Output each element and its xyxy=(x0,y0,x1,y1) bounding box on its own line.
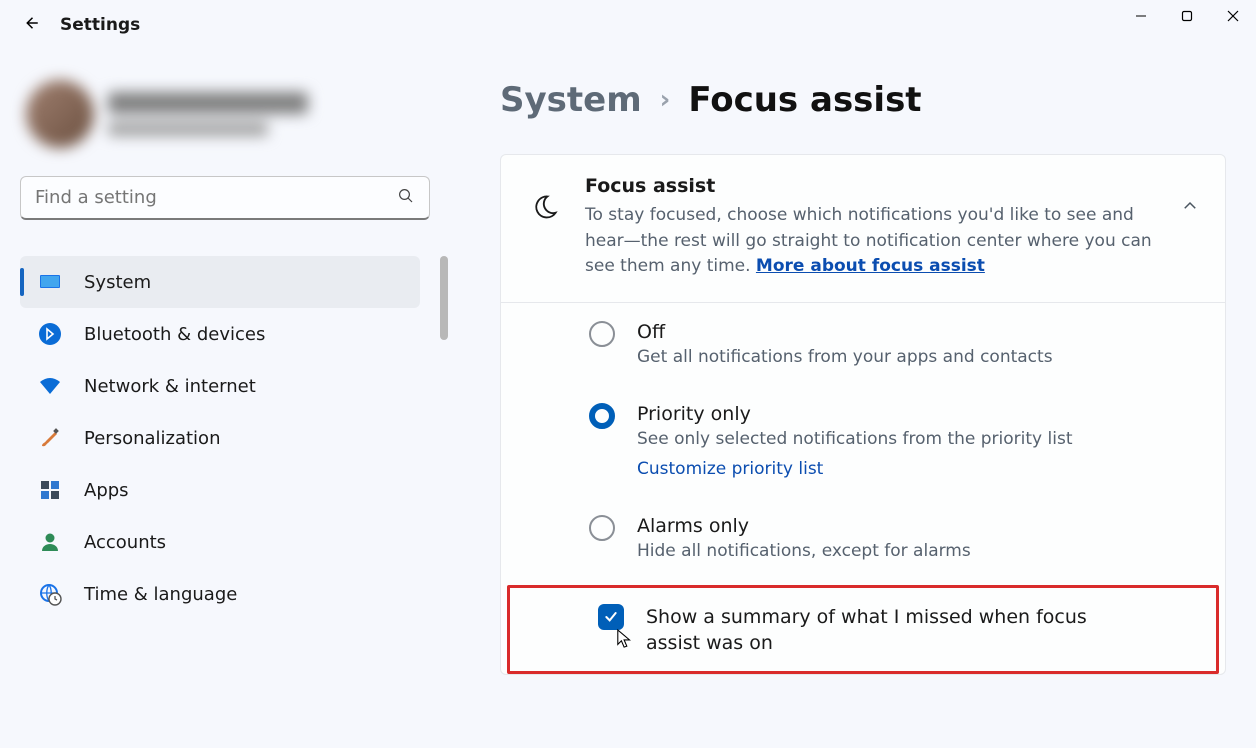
back-arrow-icon xyxy=(22,14,40,32)
bluetooth-icon xyxy=(38,322,62,346)
sidebar-item-bluetooth[interactable]: Bluetooth & devices xyxy=(20,308,420,360)
maximize-button[interactable] xyxy=(1164,0,1210,32)
option-description: Get all notifications from your apps and… xyxy=(637,347,1053,367)
breadcrumb: System › Focus assist xyxy=(500,80,1226,120)
card-title: Focus assist xyxy=(585,175,1157,197)
user-profile[interactable] xyxy=(20,80,440,148)
option-title: Priority only xyxy=(637,403,1072,425)
sidebar-item-label: Time & language xyxy=(84,584,237,605)
minimize-icon xyxy=(1135,10,1147,22)
close-button[interactable] xyxy=(1210,0,1256,32)
profile-name xyxy=(108,92,308,114)
radio-alarms-only[interactable] xyxy=(589,515,615,541)
radio-off[interactable] xyxy=(589,321,615,347)
sidebar-item-network[interactable]: Network & internet xyxy=(20,360,420,412)
show-summary-label: Show a summary of what I missed when foc… xyxy=(646,604,1146,657)
option-title: Off xyxy=(637,321,1053,343)
maximize-icon xyxy=(1181,10,1193,22)
minimize-button[interactable] xyxy=(1118,0,1164,32)
option-priority-only[interactable]: Priority only See only selected notifica… xyxy=(501,385,1225,497)
focus-assist-card: Focus assist To stay focused, choose whi… xyxy=(500,154,1226,675)
option-alarms-only[interactable]: Alarms only Hide all notifications, exce… xyxy=(501,497,1225,579)
profile-email xyxy=(108,122,268,136)
search-input[interactable] xyxy=(35,187,397,208)
apps-icon xyxy=(38,478,62,502)
sidebar-item-label: Bluetooth & devices xyxy=(84,324,265,345)
breadcrumb-current: Focus assist xyxy=(688,80,921,120)
more-about-link[interactable]: More about focus assist xyxy=(756,256,985,276)
sidebar-item-label: Accounts xyxy=(84,532,166,553)
show-summary-row[interactable]: Show a summary of what I missed when foc… xyxy=(507,585,1219,674)
option-off[interactable]: Off Get all notifications from your apps… xyxy=(501,303,1225,385)
sidebar-scrollbar[interactable] xyxy=(440,256,448,340)
back-button[interactable] xyxy=(22,14,40,36)
search-icon xyxy=(397,187,415,209)
sidebar-item-label: Network & internet xyxy=(84,376,256,397)
moon-icon xyxy=(531,193,561,225)
chevron-right-icon: › xyxy=(660,85,671,115)
avatar xyxy=(26,80,94,148)
sidebar-item-time-language[interactable]: Time & language xyxy=(20,568,420,620)
sidebar-item-accounts[interactable]: Accounts xyxy=(20,516,420,568)
option-description: See only selected notifications from the… xyxy=(637,429,1072,449)
show-summary-checkbox[interactable] xyxy=(598,604,624,630)
customize-priority-list-link[interactable]: Customize priority list xyxy=(637,459,823,479)
sidebar-item-label: System xyxy=(84,272,151,293)
globe-clock-icon xyxy=(38,582,62,606)
person-icon xyxy=(38,530,62,554)
sidebar-item-label: Apps xyxy=(84,480,129,501)
sidebar-item-label: Personalization xyxy=(84,428,220,449)
option-description: Hide all notifications, except for alarm… xyxy=(637,541,971,561)
search-box[interactable] xyxy=(20,176,430,220)
close-icon xyxy=(1227,10,1239,22)
sidebar-item-system[interactable]: System xyxy=(20,256,420,308)
wifi-icon xyxy=(38,374,62,398)
mouse-cursor-icon xyxy=(616,628,634,654)
sidebar-item-apps[interactable]: Apps xyxy=(20,464,420,516)
option-title: Alarms only xyxy=(637,515,971,537)
sidebar-item-personalization[interactable]: Personalization xyxy=(20,412,420,464)
card-header[interactable]: Focus assist To stay focused, choose whi… xyxy=(501,155,1225,303)
radio-priority-only[interactable] xyxy=(589,403,615,429)
checkmark-icon xyxy=(603,609,619,625)
app-title: Settings xyxy=(60,15,140,35)
brush-icon xyxy=(38,426,62,450)
breadcrumb-parent[interactable]: System xyxy=(500,80,642,120)
system-icon xyxy=(38,270,62,294)
chevron-up-icon[interactable] xyxy=(1181,197,1199,219)
